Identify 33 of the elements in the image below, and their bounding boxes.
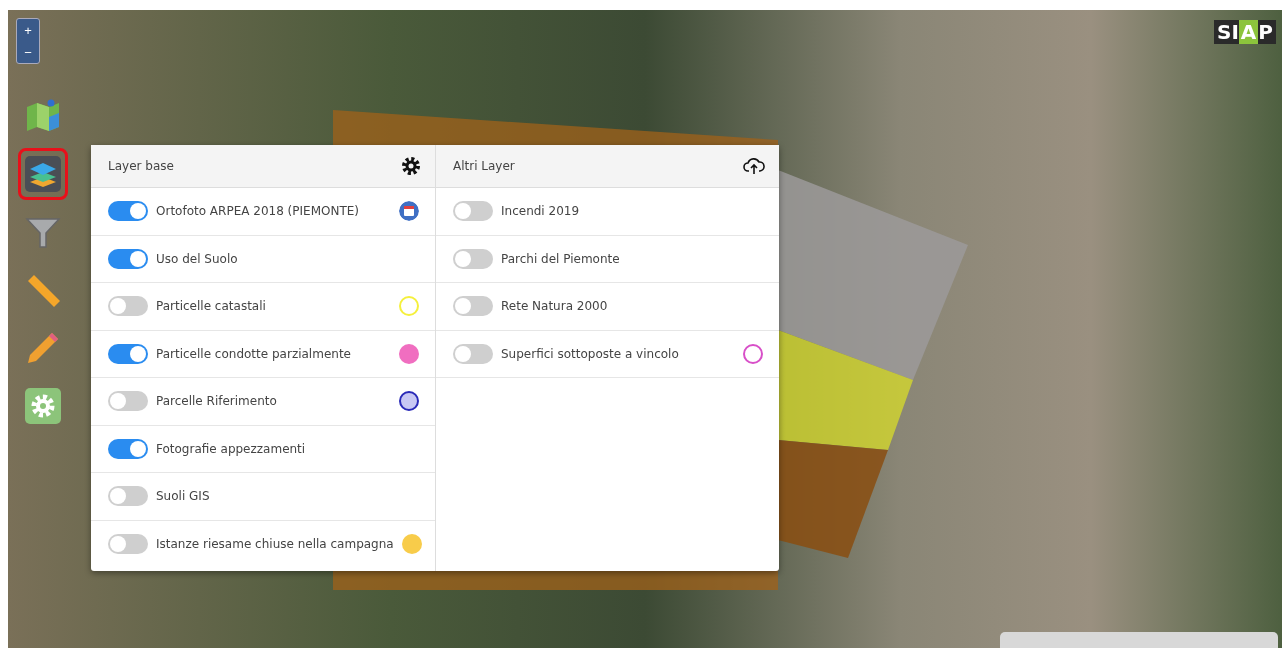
layer-label: Particelle condotte parzialmente: [156, 346, 352, 361]
toggle-switch[interactable]: [108, 486, 148, 507]
toggle-switch[interactable]: [108, 391, 148, 412]
toggle-switch[interactable]: [453, 296, 493, 317]
cloud-upload-icon[interactable]: [743, 157, 765, 175]
toggle-switch[interactable]: [108, 343, 148, 364]
toggle-switch[interactable]: [453, 201, 493, 222]
layer-label: Superfici sottoposte a vincolo: [501, 346, 680, 361]
layer-label: Ortofoto ARPEA 2018 (PIEMONTE): [156, 204, 360, 219]
layers-tool-button[interactable]: [18, 148, 68, 200]
layers-icon[interactable]: [24, 155, 62, 193]
layer-label: Uso del Suolo: [156, 251, 239, 266]
toggle-switch[interactable]: [108, 296, 148, 317]
layer-label: Incendi 2019: [501, 204, 581, 219]
toggle-switch[interactable]: [453, 343, 493, 364]
layer-label: Rete Natura 2000: [501, 299, 609, 314]
zoom-out-button[interactable]: −: [17, 41, 39, 63]
section-title: Altri Layer: [453, 159, 515, 173]
toggle-switch[interactable]: [108, 438, 148, 459]
layer-label: Suoli GIS: [156, 489, 211, 504]
layer-label: Parcelle Riferimento: [156, 394, 278, 409]
toggle-switch[interactable]: [108, 534, 148, 555]
settings-icon[interactable]: [401, 156, 421, 176]
section-title: Layer base: [108, 159, 174, 173]
zoom-in-button[interactable]: +: [17, 19, 39, 41]
toggle-switch[interactable]: [108, 201, 148, 222]
toggle-switch[interactable]: [108, 248, 148, 269]
layer-label: Particelle catastali: [156, 299, 267, 314]
layer-label: Fotografie appezzamenti: [156, 441, 307, 456]
layer-label: Parchi del Piemonte: [501, 251, 621, 266]
siap-logo: SIAP: [1214, 20, 1276, 44]
toggle-switch[interactable]: [453, 248, 493, 269]
layer-label: Istanze riesame chiuse nella campagna: [156, 537, 394, 552]
